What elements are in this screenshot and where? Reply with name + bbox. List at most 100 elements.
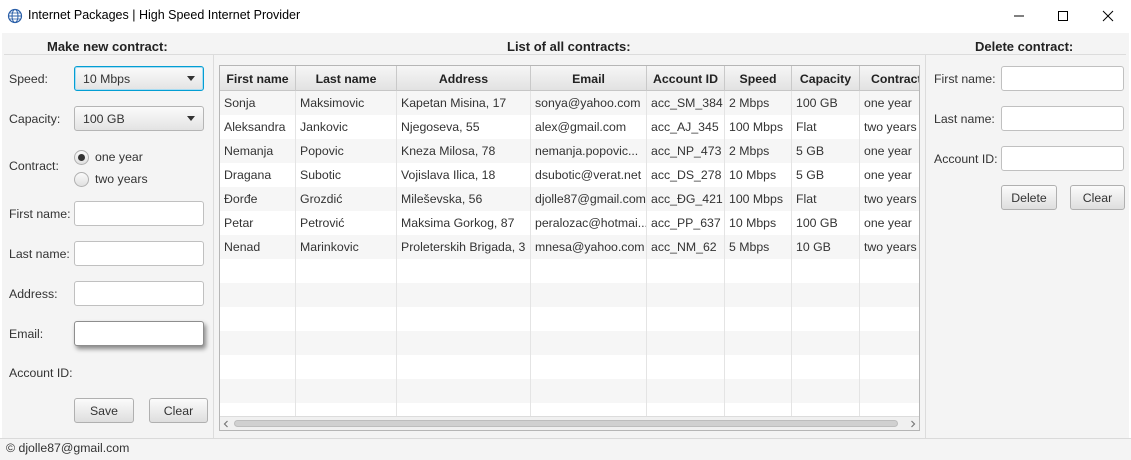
column-header-email[interactable]: Email: [531, 66, 647, 91]
horizontal-scrollbar[interactable]: [220, 416, 919, 430]
delete-last-name-field[interactable]: [1001, 106, 1124, 131]
status-bar: [0, 438, 1131, 460]
empty-table-row: [220, 307, 919, 331]
table-cell: nemanja.popovic...: [531, 139, 647, 163]
table-row[interactable]: Sonja Maksimovic Kapetan Misina, 17 sony…: [220, 91, 919, 115]
empty-table-row: [220, 355, 919, 379]
close-button[interactable]: [1085, 0, 1131, 32]
contracts-table[interactable]: First name Last name Address Email Accou…: [219, 65, 920, 431]
table-cell: peralozac@hotmai...: [531, 211, 647, 235]
table-header: First name Last name Address Email Accou…: [220, 66, 919, 91]
table-cell: [725, 331, 792, 355]
delete-clear-button[interactable]: Clear: [1070, 185, 1125, 210]
table-cell: 10 Mbps: [725, 163, 792, 187]
table-cell: [531, 355, 647, 379]
contract-option-label[interactable]: two years: [95, 172, 148, 186]
maximize-button[interactable]: [1040, 0, 1086, 32]
column-header-contract[interactable]: Contract: [860, 66, 919, 91]
chevron-down-icon: [187, 76, 195, 81]
table-cell: [397, 283, 531, 307]
table-cell: Vojislava Ilica, 18: [397, 163, 531, 187]
table-cell: Jankovic: [296, 115, 397, 139]
column-header-first-name[interactable]: First name: [220, 66, 296, 91]
column-header-speed[interactable]: Speed: [725, 66, 792, 91]
contract-option-label[interactable]: one year: [95, 150, 143, 164]
table-cell: [647, 355, 725, 379]
column-header-last-name[interactable]: Last name: [296, 66, 397, 91]
column-header-account-id[interactable]: Account ID: [647, 66, 725, 91]
speed-select[interactable]: 10 Mbps: [74, 66, 204, 91]
table-cell: [725, 283, 792, 307]
table-cell: [647, 259, 725, 283]
maximize-icon: [1058, 11, 1068, 21]
table-cell: one year: [860, 91, 919, 115]
speed-select-value: 10 Mbps: [83, 71, 131, 86]
chevron-down-icon: [187, 116, 195, 121]
table-cell: [725, 355, 792, 379]
chevron-left-icon[interactable]: [222, 420, 230, 428]
table-cell: [397, 331, 531, 355]
table-row[interactable]: Đorđe Grozdić Mileševska, 56 djolle87@gm…: [220, 187, 919, 211]
table-cell: Petar: [220, 211, 296, 235]
delete-account-id-field[interactable]: [1001, 146, 1124, 171]
table-cell: [792, 259, 860, 283]
table-cell: Grozdić: [296, 187, 397, 211]
email-field[interactable]: [74, 321, 204, 346]
table-row[interactable]: Aleksandra Jankovic Njegoseva, 55 alex@g…: [220, 115, 919, 139]
table-cell: [296, 259, 397, 283]
table-cell: two years: [860, 187, 919, 211]
empty-table-row: [220, 331, 919, 355]
capacity-select[interactable]: 100 GB: [74, 106, 204, 131]
table-cell: Sonja: [220, 91, 296, 115]
minimize-button[interactable]: [996, 0, 1042, 32]
address-label: Address:: [9, 287, 58, 301]
email-label: Email:: [9, 327, 44, 341]
delete-button[interactable]: Delete: [1001, 185, 1057, 210]
table-cell: [220, 379, 296, 403]
table-cell: [647, 307, 725, 331]
table-cell: one year: [860, 139, 919, 163]
delete-last-name-label: Last name:: [934, 112, 995, 126]
table-cell: [296, 379, 397, 403]
clear-button[interactable]: Clear: [149, 398, 208, 423]
table-cell: [647, 331, 725, 355]
first-name-field[interactable]: [74, 201, 204, 226]
speed-label: Speed:: [9, 72, 48, 86]
divider: [213, 55, 214, 438]
table-cell: 2 Mbps: [725, 91, 792, 115]
contracts-list-title: List of all contracts:: [507, 39, 631, 54]
table-row[interactable]: Dragana Subotic Vojislava Ilica, 18 dsub…: [220, 163, 919, 187]
table-cell: [792, 331, 860, 355]
table-cell: [792, 355, 860, 379]
table-cell: Aleksandra: [220, 115, 296, 139]
contract-radio-two-years[interactable]: [74, 172, 89, 187]
table-row[interactable]: Nemanja Popovic Kneza Milosa, 78 nemanja…: [220, 139, 919, 163]
chevron-right-icon[interactable]: [909, 420, 917, 428]
table-cell: 100 Mbps: [725, 115, 792, 139]
table-cell: [220, 331, 296, 355]
table-cell: Nemanja: [220, 139, 296, 163]
divider: [925, 55, 926, 438]
table-cell: acc_AJ_345: [647, 115, 725, 139]
table-cell: one year: [860, 211, 919, 235]
address-field[interactable]: [74, 281, 204, 306]
column-header-capacity[interactable]: Capacity: [792, 66, 860, 91]
table-cell: [531, 283, 647, 307]
table-cell: [397, 355, 531, 379]
contract-radio-one-year[interactable]: [74, 150, 89, 165]
table-cell: Flat: [792, 115, 860, 139]
delete-account-id-label: Account ID:: [934, 152, 998, 166]
empty-table-row: [220, 259, 919, 283]
save-button[interactable]: Save: [74, 398, 134, 423]
last-name-label: Last name:: [9, 247, 70, 261]
table-cell: 100 GB: [792, 91, 860, 115]
scrollbar-thumb[interactable]: [234, 420, 898, 427]
table-cell: alex@gmail.com: [531, 115, 647, 139]
table-cell: [531, 331, 647, 355]
table-cell: acc_NM_62: [647, 235, 725, 259]
table-row[interactable]: Nenad Marinkovic Proleterskih Brigada, 3…: [220, 235, 919, 259]
table-row[interactable]: Petar Petrović Maksima Gorkog, 87 peralo…: [220, 211, 919, 235]
last-name-field[interactable]: [74, 241, 204, 266]
column-header-address[interactable]: Address: [397, 66, 531, 91]
delete-first-name-field[interactable]: [1001, 66, 1124, 91]
